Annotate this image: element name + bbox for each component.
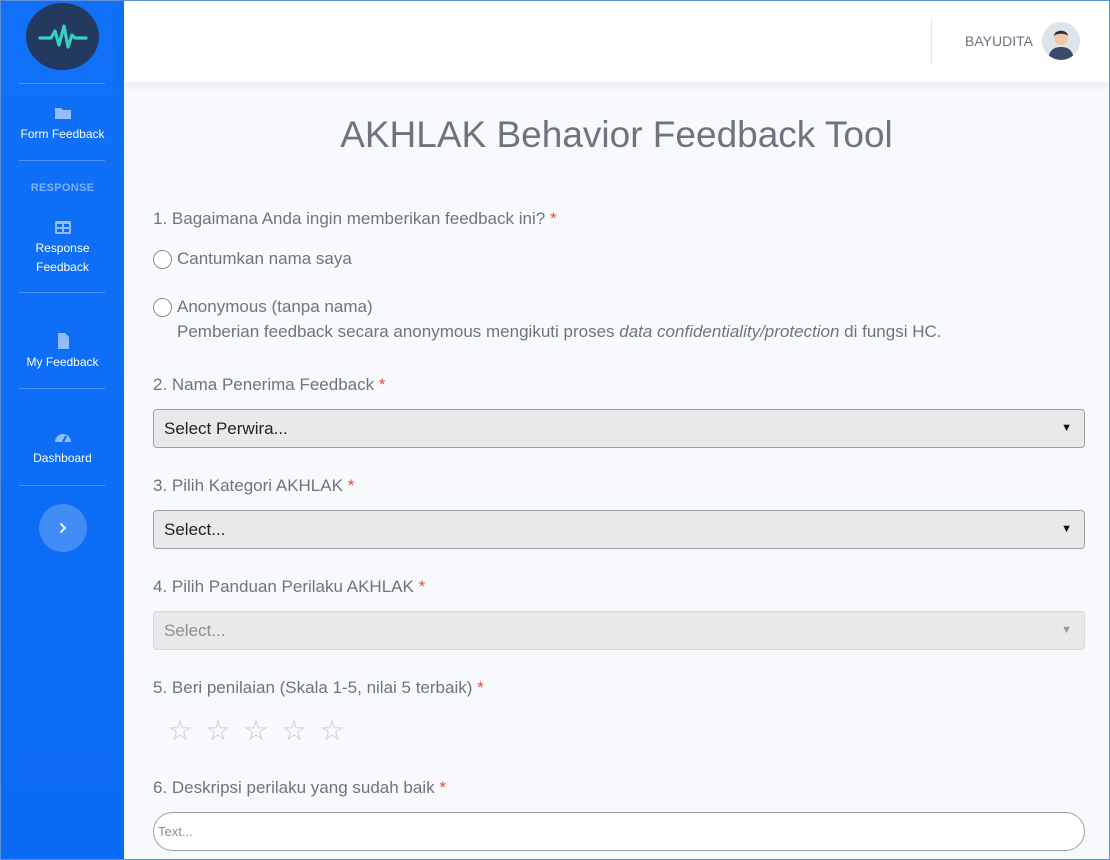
select-value: Select Perwira... — [164, 419, 288, 438]
sidebar-divider — [19, 292, 105, 293]
category-select[interactable]: Select... ▼ — [153, 510, 1085, 549]
sidebar: Form Feedback RESPONSE Response Feedback… — [1, 1, 124, 859]
sidebar-divider — [19, 83, 105, 84]
good-behavior-description-input[interactable] — [153, 812, 1085, 851]
note-text: Pemberian feedback secara anonymous meng… — [177, 322, 620, 341]
note-text: di fungsi HC. — [839, 322, 942, 341]
anonymous-note: Pemberian feedback secara anonymous meng… — [177, 322, 942, 342]
star-icon-4[interactable]: ☆ — [275, 714, 313, 747]
radio-button[interactable] — [153, 297, 172, 317]
question-1-label: 1. Bagaimana Anda ingin memberikan feedb… — [153, 209, 557, 229]
question-5-label: 5. Beri penilaian (Skala 1-5, nilai 5 te… — [153, 678, 484, 698]
sidebar-item-form-feedback[interactable]: Form Feedback — [1, 105, 124, 144]
user-name[interactable]: BAYUDITA — [965, 33, 1033, 49]
star-icon-1[interactable]: ☆ — [161, 714, 199, 747]
sidebar-item-label: Dashboard — [33, 451, 92, 465]
sidebar-toggle-button[interactable] — [39, 504, 87, 552]
star-rating[interactable]: ☆ ☆ ☆ ☆ ☆ — [161, 714, 351, 747]
question-3-text: 3. Pilih Kategori AKHLAK — [153, 476, 343, 495]
pulse-icon — [37, 23, 88, 49]
gauge-icon — [54, 434, 71, 443]
topbar: BAYUDITA — [124, 1, 1109, 82]
sidebar-divider — [19, 485, 105, 486]
page-title: AKHLAK Behavior Feedback Tool — [340, 114, 893, 155]
sidebar-item-label: My Feedback — [26, 355, 99, 369]
folder-icon — [54, 108, 71, 119]
sidebar-item-dashboard[interactable]: Dashboard — [1, 429, 124, 468]
question-4-label: 4. Pilih Panduan Perilaku AKHLAK * — [153, 577, 425, 597]
radio-label: Cantumkan nama saya — [177, 249, 352, 268]
radio-button[interactable] — [153, 249, 172, 269]
required-mark: * — [418, 577, 426, 596]
sidebar-divider — [19, 160, 105, 161]
app-window: Form Feedback RESPONSE Response Feedback… — [0, 0, 1110, 860]
required-mark: * — [549, 209, 557, 228]
star-icon-2[interactable]: ☆ — [199, 714, 237, 747]
radio-label: Anonymous (tanpa nama) — [177, 297, 373, 316]
caret-down-icon: ▼ — [1061, 422, 1072, 434]
radio-include-name[interactable]: Cantumkan nama saya — [153, 249, 352, 269]
chevron-right-icon — [59, 522, 67, 534]
sidebar-item-my-feedback[interactable]: My Feedback — [1, 333, 124, 372]
required-mark: * — [439, 778, 446, 797]
question-6-text: 6. Deskripsi perilaku yang sudah baik — [153, 778, 435, 797]
file-icon — [57, 333, 69, 349]
sidebar-heading: RESPONSE — [30, 182, 95, 194]
question-3-label: 3. Pilih Kategori AKHLAK * — [153, 476, 354, 496]
avatar[interactable] — [1042, 22, 1080, 60]
table-icon — [54, 221, 71, 234]
star-icon-5[interactable]: ☆ — [313, 714, 351, 747]
sidebar-divider — [19, 388, 105, 389]
required-mark: * — [477, 678, 484, 697]
caret-down-icon: ▼ — [1061, 523, 1072, 535]
star-icon-3[interactable]: ☆ — [237, 714, 275, 747]
question-5-text: 5. Beri penilaian (Skala 1-5, nilai 5 te… — [153, 678, 473, 697]
radio-anonymous[interactable]: Anonymous (tanpa nama) — [153, 297, 373, 317]
select-value: Select... — [164, 520, 226, 539]
recipient-select[interactable]: Select Perwira... ▼ — [153, 409, 1085, 448]
required-mark: * — [347, 476, 355, 495]
question-4-text: 4. Pilih Panduan Perilaku AKHLAK — [153, 577, 414, 596]
note-text-italic: data confidentiality/protection — [619, 322, 840, 341]
question-1-text: 1. Bagaimana Anda ingin memberikan feedb… — [153, 209, 546, 228]
question-6-label: 6. Deskripsi perilaku yang sudah baik * — [153, 778, 446, 798]
sidebar-item-response-feedback[interactable]: Response Feedback — [1, 219, 124, 277]
select-value: Select... — [164, 621, 226, 640]
sidebar-item-label: Form Feedback — [20, 127, 105, 141]
behavior-guide-select[interactable]: Select... ▼ — [153, 611, 1085, 650]
required-mark: * — [378, 375, 386, 394]
user-avatar-icon — [1042, 22, 1080, 60]
topbar-divider — [931, 18, 932, 65]
sidebar-item-label: Response Feedback — [35, 241, 90, 274]
app-logo[interactable] — [26, 3, 99, 70]
question-2-label: 2. Nama Penerima Feedback * — [153, 375, 385, 395]
caret-down-icon: ▼ — [1061, 624, 1072, 636]
question-2-text: 2. Nama Penerima Feedback — [153, 375, 375, 394]
